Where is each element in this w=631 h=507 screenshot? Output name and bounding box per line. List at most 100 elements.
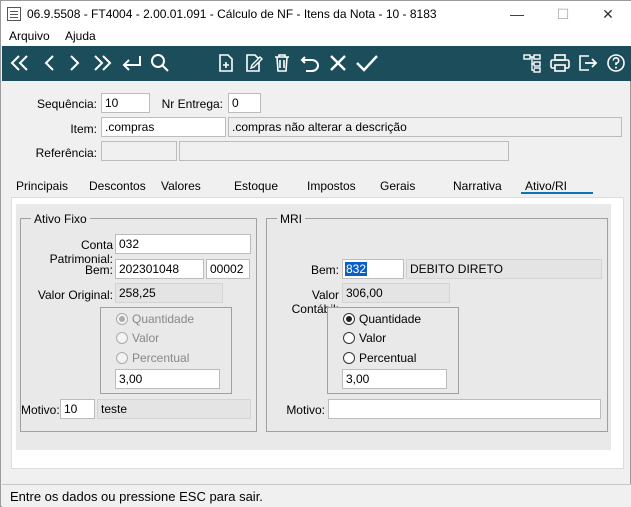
radio-label: Quantidade	[132, 312, 195, 326]
exit-icon	[579, 55, 598, 71]
undo-button[interactable]	[298, 51, 322, 75]
radio-empty-icon	[343, 332, 355, 344]
radio-label: Quantidade	[359, 312, 422, 326]
enter-button[interactable]	[119, 51, 145, 75]
mri-bem-description: DEBITO DIRETO	[406, 259, 602, 279]
enter-icon	[122, 56, 141, 71]
sequencia-field[interactable]: 10	[101, 93, 150, 113]
tab-descontos[interactable]: Descontos	[89, 179, 146, 193]
last-button[interactable]	[90, 51, 114, 75]
radio-label: Valor	[132, 331, 160, 345]
prev-icon	[44, 55, 54, 71]
first-button[interactable]	[8, 51, 32, 75]
radio-empty-icon	[116, 332, 128, 344]
active-tab-indicator	[521, 192, 593, 194]
first-icon	[10, 55, 28, 71]
cancel-button[interactable]	[326, 51, 350, 75]
prev-button[interactable]	[38, 51, 60, 75]
tab-principais[interactable]: Principais	[16, 179, 68, 193]
delete-button[interactable]	[271, 51, 293, 75]
next-icon	[70, 55, 80, 71]
mri-radio-percentual[interactable]: Percentual	[343, 351, 416, 365]
status-text: Entre os dados ou pressione ESC para sai…	[10, 489, 263, 504]
undo-icon	[300, 56, 319, 72]
ativo-fixo-title: Ativo Fixo	[31, 212, 90, 226]
status-bar: Entre os dados ou pressione ESC para sai…	[2, 484, 631, 507]
tab-gerais[interactable]: Gerais	[380, 179, 415, 193]
radio-label: Percentual	[132, 351, 190, 365]
bem-sequence-field[interactable]: 00002	[206, 259, 250, 279]
ativo-fixo-radio-percentual[interactable]: Percentual	[116, 351, 189, 365]
maximize-icon: ☐	[556, 6, 570, 22]
print-button[interactable]	[548, 51, 572, 75]
valor-contabil-value: 306,00	[342, 283, 450, 303]
menu-arquivo[interactable]: Arquivo	[9, 29, 50, 43]
tree-icon	[523, 54, 541, 73]
item-code-field[interactable]: .compras	[101, 117, 226, 137]
exit-button[interactable]	[576, 51, 600, 75]
menu-ajuda[interactable]: Ajuda	[65, 29, 96, 43]
window-title: 06.9.5508 - FT4004 - 2.00.01.091 - Cálcu…	[27, 7, 437, 21]
confirm-button[interactable]	[354, 51, 380, 75]
mri-motivo-field[interactable]	[328, 399, 601, 419]
app-icon	[7, 7, 21, 21]
conta-patrimonial-label: Conta Patrimonial:	[49, 238, 113, 266]
referencia-description-field	[179, 141, 509, 161]
delete-icon	[275, 54, 289, 72]
tab-impostos[interactable]: Impostos	[307, 179, 356, 193]
motivo-code-field[interactable]: 10	[60, 399, 95, 419]
valor-original-label: Valor Original:	[37, 288, 113, 302]
tab-estoque[interactable]: Estoque	[234, 179, 278, 193]
tree-button[interactable]	[521, 51, 543, 75]
referencia-code-field[interactable]	[101, 141, 177, 161]
ativo-fixo-radio-valor[interactable]: Valor	[116, 331, 159, 345]
tab-narrativa[interactable]: Narrativa	[453, 179, 502, 193]
maximize-button[interactable]: ☐	[540, 1, 586, 27]
mri-quantity-field[interactable]: 3,00	[342, 369, 447, 389]
next-button[interactable]	[64, 51, 86, 75]
item-description-field: .compras não alterar a descrição	[228, 117, 622, 137]
valor-original-value: 258,25	[115, 283, 223, 303]
minimize-button[interactable]: —	[494, 1, 540, 27]
help-button[interactable]	[604, 51, 628, 75]
item-label: Item:	[70, 122, 97, 136]
mri-radio-quantidade[interactable]: Quantidade	[343, 312, 421, 326]
tab-valores[interactable]: Valores	[161, 179, 201, 193]
edit-icon	[246, 54, 263, 72]
last-icon	[94, 55, 112, 71]
confirm-icon	[356, 55, 378, 72]
new-button[interactable]	[215, 51, 237, 75]
menu-bar: Arquivo Ajuda	[1, 27, 631, 46]
radio-selected-icon	[116, 313, 128, 325]
bem-label: Bem:	[84, 263, 113, 277]
mri-bem-label: Bem:	[310, 263, 339, 277]
mri-radio-valor[interactable]: Valor	[343, 331, 386, 345]
print-icon	[550, 54, 570, 72]
radio-empty-icon	[116, 352, 128, 364]
mri-bem-field[interactable]: 832	[342, 259, 404, 279]
ativo-fixo-radio-quantidade[interactable]: Quantidade	[116, 312, 194, 326]
toolbar	[2, 46, 631, 81]
cancel-icon	[330, 55, 346, 71]
radio-label: Valor	[359, 331, 387, 345]
conta-patrimonial-field[interactable]: 032	[115, 234, 251, 254]
title-bar: 06.9.5508 - FT4004 - 2.00.01.091 - Cálcu…	[1, 1, 631, 27]
edit-button[interactable]	[243, 51, 265, 75]
mri-motivo-label: Motivo:	[286, 403, 325, 417]
referencia-label: Referência:	[35, 146, 97, 160]
help-icon	[607, 54, 625, 72]
motivo-label: Motivo:	[21, 403, 60, 417]
radio-selected-icon	[343, 313, 355, 325]
application-window: 06.9.5508 - FT4004 - 2.00.01.091 - Cálcu…	[0, 0, 631, 507]
minimize-icon: —	[510, 6, 524, 22]
search-button[interactable]	[149, 51, 171, 75]
mri-bem-selected-text: 832	[345, 262, 368, 276]
close-icon: ✕	[602, 6, 614, 22]
tab-ativo-ri[interactable]: Ativo/RI	[525, 179, 567, 193]
close-button[interactable]: ✕	[585, 1, 631, 27]
ativo-fixo-quantity-field[interactable]: 3,00	[115, 369, 220, 389]
mri-title: MRI	[277, 212, 305, 226]
radio-label: Percentual	[359, 351, 417, 365]
bem-field[interactable]: 202301048	[115, 259, 204, 279]
nr-entrega-field[interactable]: 0	[228, 93, 261, 113]
